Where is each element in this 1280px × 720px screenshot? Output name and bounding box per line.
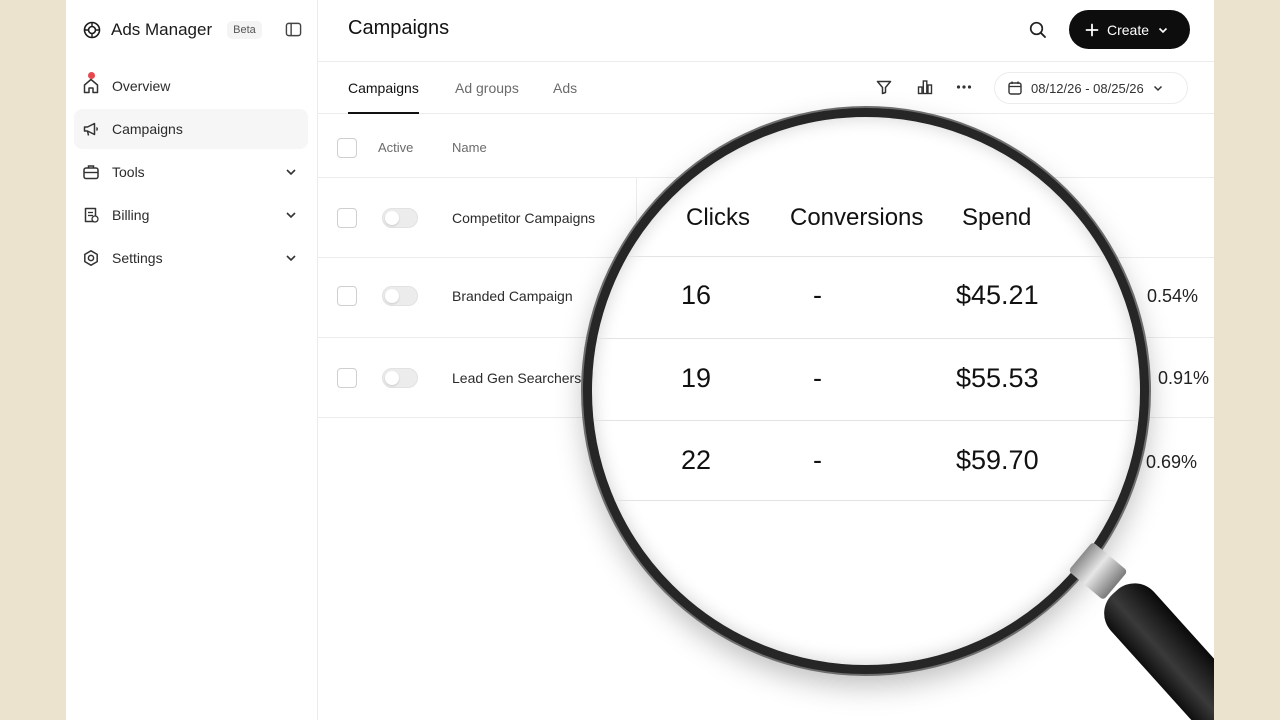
sidebar-item-billing[interactable]: Billing — [74, 195, 308, 235]
chevron-down-icon — [286, 255, 296, 262]
campaign-name[interactable]: Competitor Campaigns — [452, 210, 595, 226]
column-header-name: Name — [452, 140, 487, 155]
home-icon — [83, 78, 99, 94]
megaphone-icon — [83, 122, 98, 136]
magnified-table: Clicks Conversions Spend CTR 16 - $45.21… — [592, 117, 1140, 665]
ctr-value: 0.54% — [1147, 286, 1199, 306]
sidebar-item-tools[interactable]: Tools — [74, 152, 308, 192]
tab-ad-groups[interactable]: Ad groups — [455, 80, 519, 114]
column-header-active: Active — [378, 140, 414, 155]
sidebar-item-settings[interactable]: Settings — [74, 238, 308, 278]
row-divider — [592, 338, 1140, 339]
date-range-label: 08/12/26 - 08/25/26 — [1031, 80, 1144, 96]
conversions-value: - — [813, 280, 822, 310]
calendar-icon — [1008, 81, 1022, 95]
clicks-value: 19 — [681, 363, 712, 393]
create-label: Create — [1107, 21, 1150, 38]
clicks-value: 22 — [681, 445, 712, 475]
chevron-down-icon — [286, 169, 296, 176]
tab-toolbar: Campaigns Ad groups Ads 08/12/26 - 08/25… — [318, 62, 1214, 114]
gear-icon — [84, 250, 98, 266]
beta-badge: Beta — [227, 21, 262, 39]
create-button[interactable]: Create — [1069, 10, 1190, 49]
spend-value: $55.53 — [956, 363, 1039, 393]
row-checkbox[interactable] — [337, 286, 357, 306]
active-toggle[interactable] — [382, 286, 418, 306]
sidebar-item-label: Settings — [112, 250, 163, 266]
sidebar-item-overview[interactable]: Overview — [74, 66, 308, 106]
ctr-value: 0.69% — [1146, 452, 1198, 472]
clicks-value: 16 — [681, 280, 712, 310]
toolbox-icon — [83, 165, 99, 180]
tab-ads[interactable]: Ads — [553, 80, 577, 114]
sidebar-nav: Overview Campaigns Tools Billing Setting… — [74, 66, 308, 281]
active-toggle[interactable] — [382, 208, 418, 228]
logo-icon — [83, 21, 101, 39]
column-header-conversions: Conversions — [790, 204, 924, 231]
conversions-value: - — [813, 363, 822, 393]
spend-value: $45.21 — [956, 280, 1039, 310]
campaign-name[interactable]: Branded Campaign — [452, 288, 573, 304]
column-header-spend: Spend — [962, 204, 1032, 231]
chart-icon[interactable] — [916, 78, 934, 96]
row-checkbox[interactable] — [337, 368, 357, 388]
magnifying-glass-lens: Clicks Conversions Spend CTR 16 - $45.21… — [583, 108, 1149, 674]
sidebar-item-label: Overview — [112, 78, 171, 94]
conversions-value: - — [813, 445, 822, 475]
app-title: Ads Manager — [111, 20, 213, 39]
brand: Ads Manager Beta — [82, 18, 262, 42]
more-icon[interactable] — [955, 78, 973, 96]
sidebar-item-label: Tools — [112, 164, 145, 180]
spend-value: $59.70 — [956, 445, 1039, 475]
tab-campaigns[interactable]: Campaigns — [348, 80, 419, 114]
active-toggle[interactable] — [382, 368, 418, 388]
column-header-clicks: Clicks — [686, 204, 750, 231]
notification-dot — [88, 72, 95, 79]
sidebar: Ads Manager Beta Overview Campaigns Tool… — [66, 0, 318, 720]
sidebar-item-label: Billing — [112, 207, 150, 223]
sidebar-item-campaigns[interactable]: Campaigns — [74, 109, 308, 149]
sidebar-item-label: Campaigns — [112, 121, 183, 137]
row-checkbox[interactable] — [337, 208, 357, 228]
sidebar-toggle-icon[interactable] — [285, 21, 302, 38]
right-margin — [1214, 0, 1280, 720]
date-range-picker[interactable]: 08/12/26 - 08/25/26 — [994, 72, 1188, 104]
ctr-value: 0.91% — [1158, 368, 1210, 388]
search-icon[interactable] — [1028, 20, 1048, 40]
chevron-down-icon — [1158, 27, 1168, 33]
page-title: Campaigns — [348, 17, 450, 39]
page-header: Campaigns Create — [318, 0, 1214, 62]
receipt-icon — [84, 207, 99, 223]
row-divider — [592, 256, 1140, 257]
chevron-down-icon — [286, 212, 296, 219]
row-divider — [592, 500, 1140, 501]
campaign-name[interactable]: Lead Gen Searchers — [452, 370, 581, 386]
filter-icon[interactable] — [875, 78, 893, 96]
plus-icon — [1085, 23, 1099, 36]
select-all-checkbox[interactable] — [337, 138, 357, 158]
chevron-down-icon — [1153, 85, 1162, 92]
row-divider — [592, 420, 1140, 421]
